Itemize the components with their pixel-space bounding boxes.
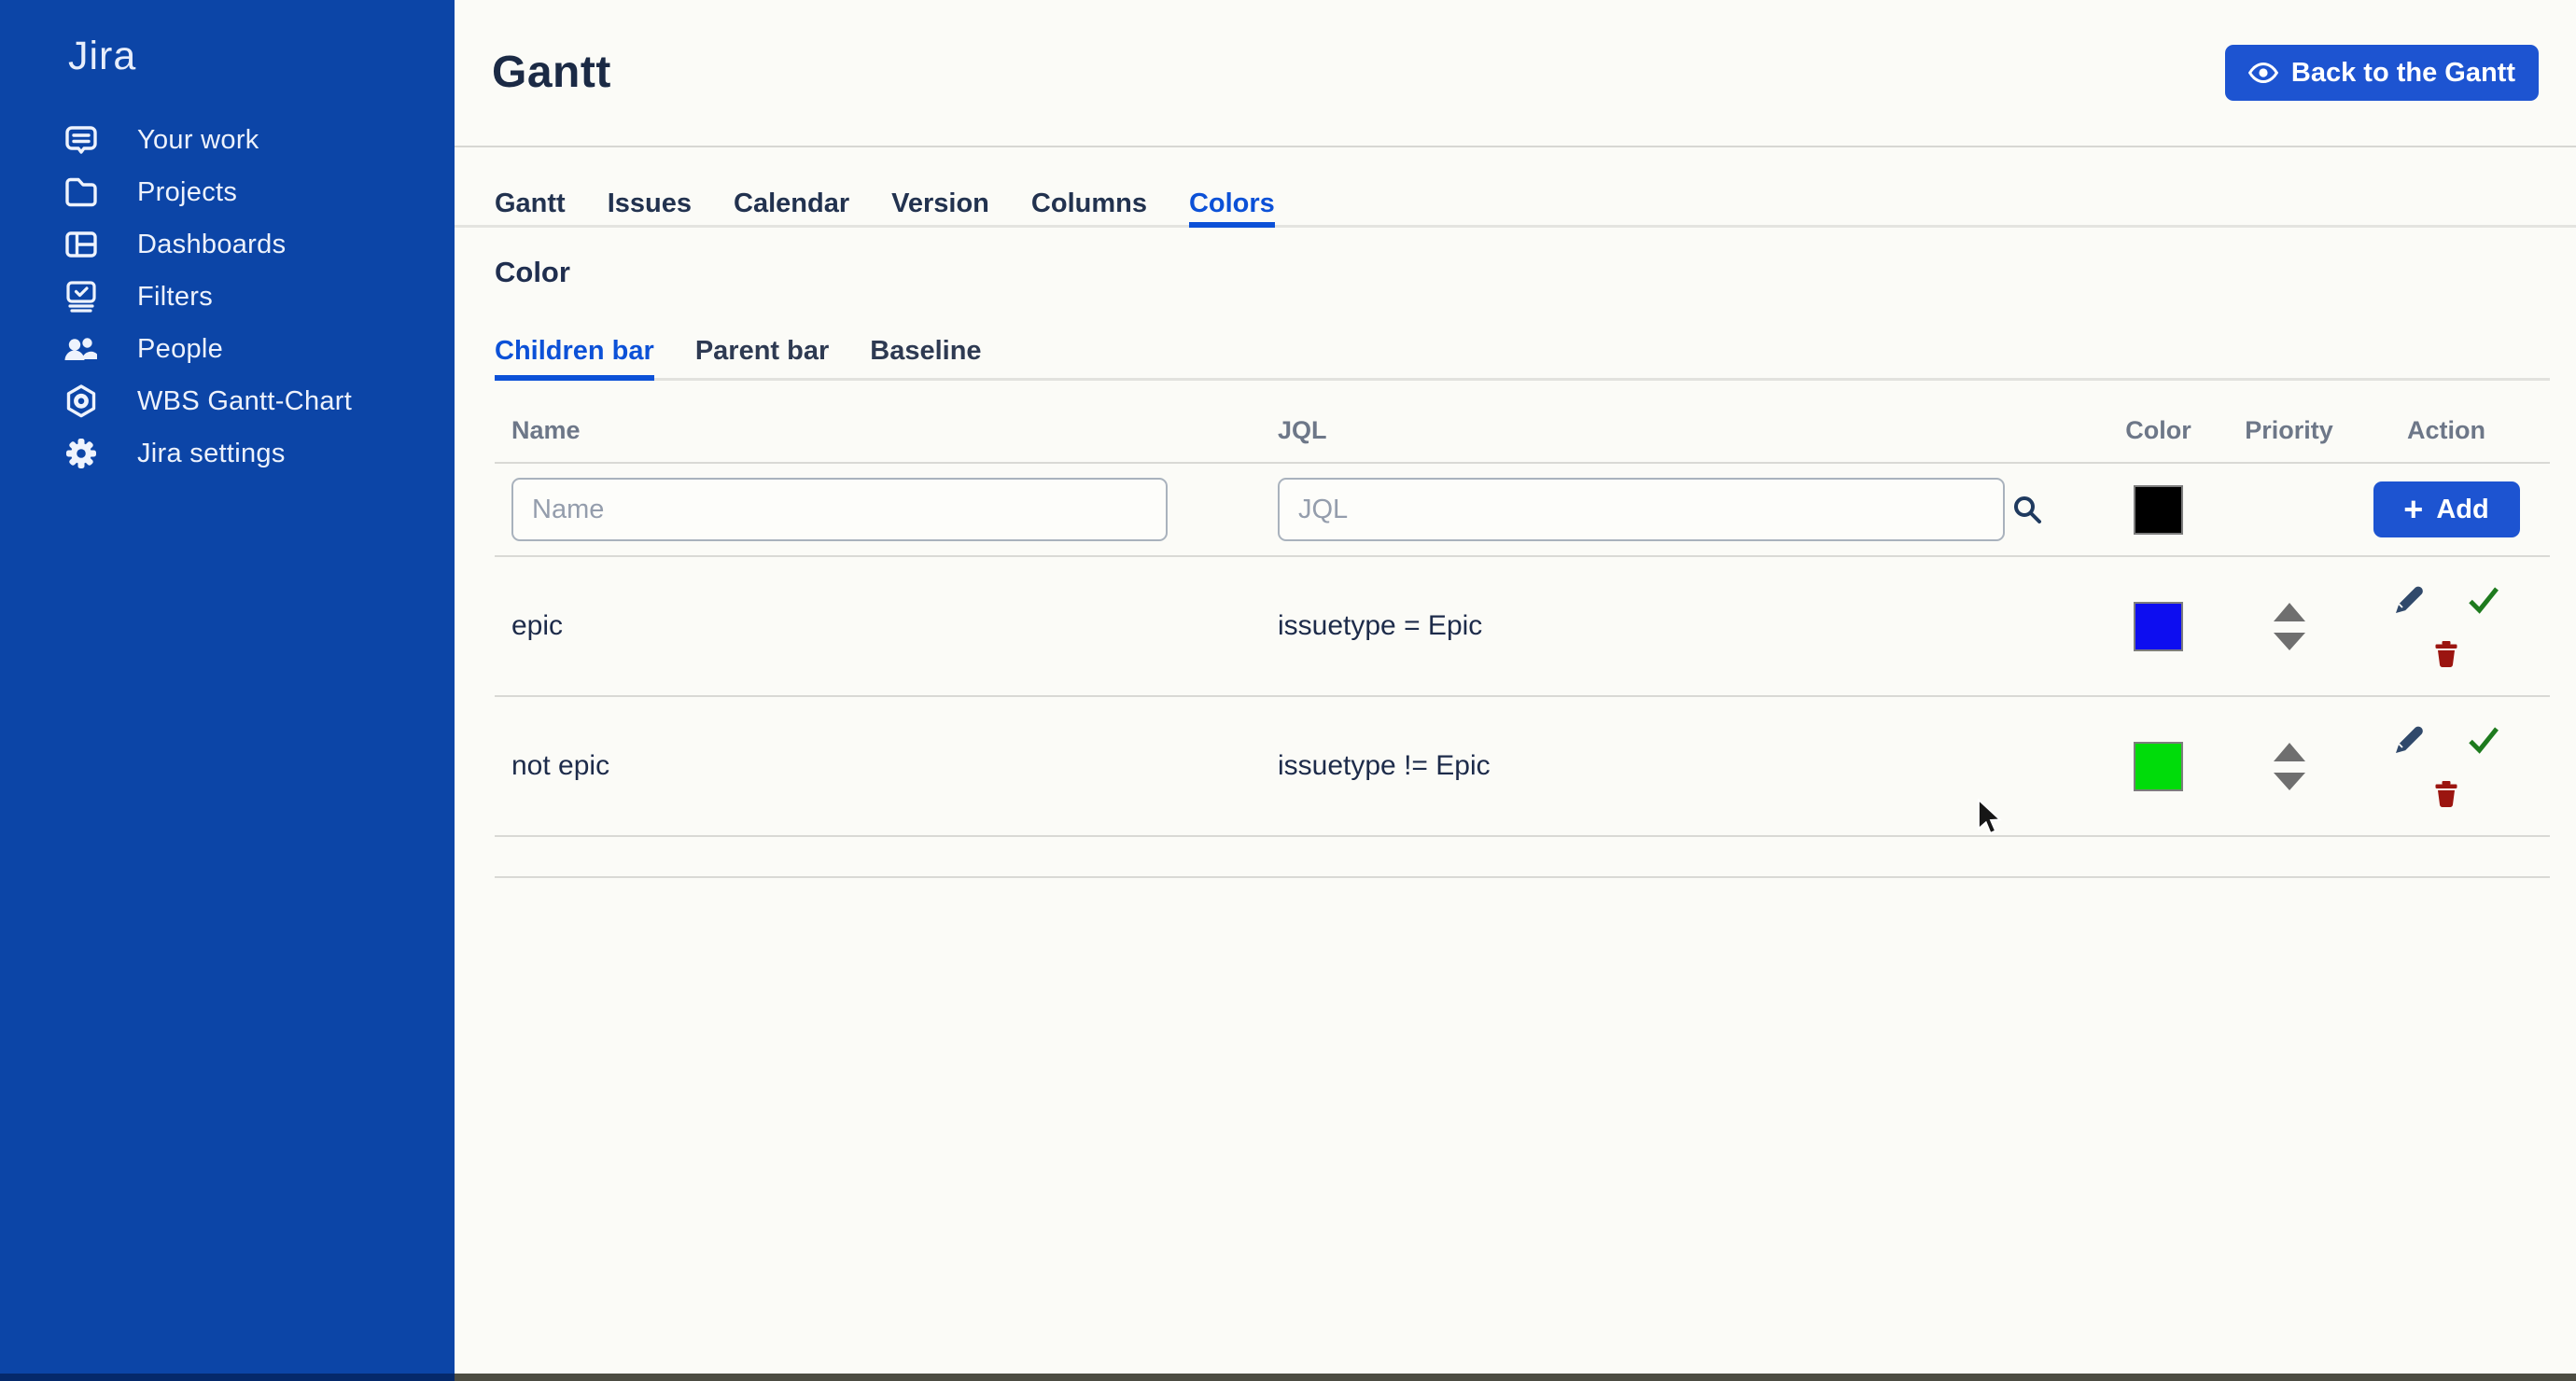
sidebar-item-label: Jira settings	[137, 439, 286, 469]
main-panel: Gantt Back to the Gantt Gantt Issues Cal…	[455, 0, 2576, 1374]
subtab-children-bar[interactable]: Children bar	[495, 336, 654, 367]
window-bottom-edge	[0, 1374, 2576, 1381]
sidebar-item-label: Your work	[137, 125, 259, 156]
delete-button[interactable]	[2432, 780, 2460, 808]
tab-columns[interactable]: Columns	[1031, 188, 1147, 222]
name-input[interactable]	[511, 478, 1168, 541]
pencil-icon	[2393, 584, 2425, 616]
table-header-row: Name JQL Color Priority Action	[495, 381, 2550, 464]
sidebar-item-your-work[interactable]: Your work	[0, 114, 455, 166]
rule-jql: issuetype = Epic	[1260, 610, 2081, 642]
priority-up-button[interactable]	[2274, 603, 2305, 621]
plus-icon: +	[2403, 495, 2423, 523]
confirm-button[interactable]	[2468, 724, 2499, 756]
delete-button[interactable]	[2432, 640, 2460, 668]
filters-icon	[63, 278, 100, 315]
table-row-not-epic: not epic issuetype != Epic	[495, 697, 2550, 837]
priority-up-button[interactable]	[2274, 743, 2305, 761]
column-header-priority: Priority	[2235, 416, 2343, 445]
sidebar-item-label: WBS Gantt-Chart	[137, 386, 352, 417]
sidebar-item-label: Dashboards	[137, 230, 286, 260]
section-heading: Color	[495, 256, 2550, 289]
subtab-parent-bar[interactable]: Parent bar	[695, 336, 829, 367]
edit-button[interactable]	[2393, 584, 2425, 616]
column-header-jql: JQL	[1260, 416, 2081, 445]
app-logo: Jira	[0, 0, 455, 79]
sidebar-nav: Your work Projects Dashboards	[0, 114, 455, 480]
search-icon	[2011, 494, 2043, 525]
jql-input[interactable]	[1278, 478, 2005, 541]
tab-version[interactable]: Version	[891, 188, 989, 222]
settings-gear-icon	[63, 435, 100, 472]
priority-down-button[interactable]	[2274, 633, 2305, 650]
add-button-label: Add	[2436, 495, 2488, 525]
back-to-gantt-button[interactable]: Back to the Gantt	[2225, 45, 2539, 101]
rule-color-swatch[interactable]	[2134, 602, 2183, 651]
column-header-name: Name	[495, 416, 1260, 445]
rule-jql: issuetype != Epic	[1260, 750, 2081, 782]
your-work-icon	[63, 121, 100, 159]
check-icon	[2468, 586, 2499, 614]
sidebar: Jira Your work Projects	[0, 0, 455, 1374]
eye-icon	[2248, 62, 2278, 84]
sidebar-item-dashboards[interactable]: Dashboards	[0, 218, 455, 271]
trash-icon	[2432, 640, 2460, 668]
sidebar-item-people[interactable]: People	[0, 323, 455, 375]
back-to-gantt-label: Back to the Gantt	[2291, 58, 2515, 89]
people-icon	[63, 330, 100, 368]
column-header-color: Color	[2081, 416, 2235, 445]
page-title: Gantt	[492, 47, 611, 98]
new-rule-color-swatch[interactable]	[2134, 485, 2183, 535]
add-rule-row: + Add	[495, 464, 2550, 557]
trash-icon	[2432, 780, 2460, 808]
jql-search-button[interactable]	[2009, 491, 2046, 528]
page-header: Gantt Back to the Gantt	[455, 0, 2576, 147]
column-header-action: Action	[2343, 416, 2550, 445]
wbs-gantt-chart-icon	[63, 383, 100, 420]
pencil-icon	[2393, 724, 2425, 756]
color-subtabs: Children bar Parent bar Baseline	[495, 336, 2550, 381]
colors-content: Color Children bar Parent bar Baseline N…	[455, 256, 2576, 878]
sidebar-item-filters[interactable]: Filters	[0, 271, 455, 323]
sidebar-item-jira-settings[interactable]: Jira settings	[0, 427, 455, 480]
edit-button[interactable]	[2393, 724, 2425, 756]
table-row-epic: epic issuetype = Epic	[495, 557, 2550, 697]
sidebar-item-label: Filters	[137, 282, 213, 313]
dashboards-icon	[63, 226, 100, 263]
rule-name: epic	[495, 610, 1260, 642]
color-rules-table: Name JQL Color Priority Action	[495, 381, 2550, 878]
sidebar-item-label: People	[137, 334, 223, 365]
confirm-button[interactable]	[2468, 584, 2499, 616]
table-footer-strip	[495, 837, 2550, 878]
tab-calendar[interactable]: Calendar	[734, 188, 849, 222]
rule-name: not epic	[495, 750, 1260, 782]
sidebar-item-wbs-gantt-chart[interactable]: WBS Gantt-Chart	[0, 375, 455, 427]
sidebar-item-projects[interactable]: Projects	[0, 166, 455, 218]
subtab-baseline[interactable]: Baseline	[870, 336, 981, 367]
main-tabbar: Gantt Issues Calendar Version Columns Co…	[455, 147, 2576, 228]
tab-colors[interactable]: Colors	[1189, 188, 1275, 222]
check-icon	[2468, 726, 2499, 754]
tab-issues[interactable]: Issues	[608, 188, 692, 222]
rule-color-swatch[interactable]	[2134, 742, 2183, 791]
projects-icon	[63, 174, 100, 211]
sidebar-item-label: Projects	[137, 177, 237, 208]
tab-gantt[interactable]: Gantt	[495, 188, 566, 222]
priority-down-button[interactable]	[2274, 773, 2305, 790]
add-button[interactable]: + Add	[2373, 481, 2520, 537]
